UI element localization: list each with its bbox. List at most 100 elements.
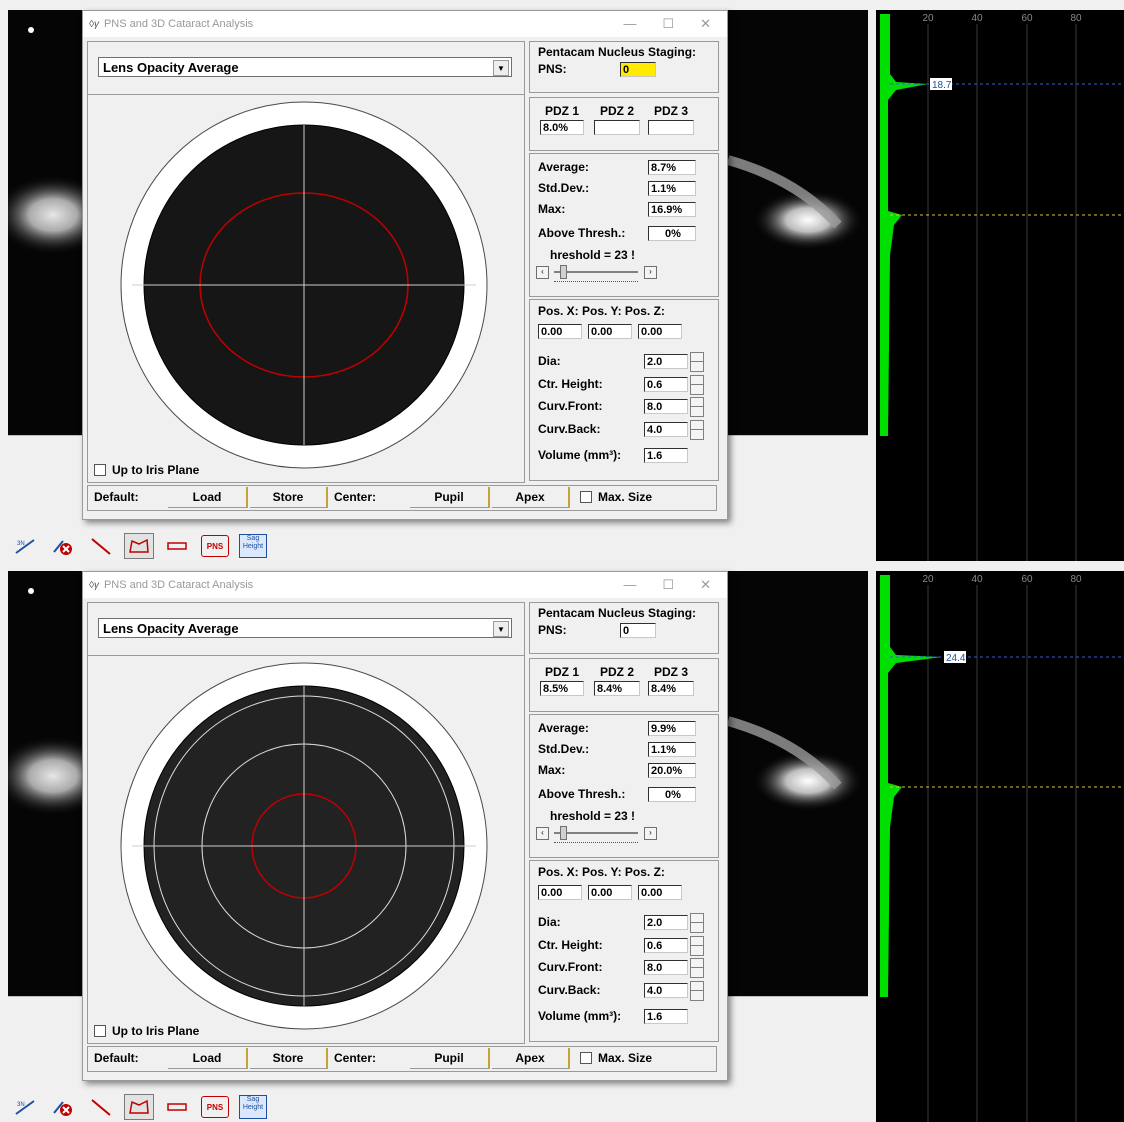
width-icon (167, 542, 187, 550)
pupil-button[interactable]: Pupil (410, 1048, 490, 1069)
volume-value: 1.6 (644, 448, 688, 463)
iris-plane-checkbox[interactable]: Up to Iris Plane (94, 463, 199, 477)
apex-button[interactable]: Apex (492, 487, 570, 508)
threshold-label: hreshold = 23 ! (550, 809, 636, 823)
curv-front-spinner[interactable] (690, 397, 704, 417)
polygon-tool[interactable] (124, 1094, 154, 1120)
store-button[interactable]: Store (250, 1048, 328, 1069)
staging-frame: Pentacam Nucleus Staging: PNS: 0 (529, 41, 719, 93)
display-mode-select[interactable]: Lens Opacity Average ▼ (98, 618, 512, 638)
measure-distance-tool[interactable]: 3N (10, 533, 40, 559)
pdz2-header: PDZ 2 (599, 104, 634, 118)
delete-measure-tool[interactable] (48, 533, 78, 559)
curv-back-spinner[interactable] (690, 420, 704, 440)
line-tool[interactable] (86, 1094, 116, 1120)
sag-height-tool[interactable]: Sag Height (238, 533, 268, 559)
pdz2-value (594, 120, 640, 135)
polygon-tool[interactable] (124, 533, 154, 559)
pns-tool[interactable]: PNS (200, 533, 230, 559)
pos-z-value[interactable]: 0.00 (638, 885, 682, 900)
curv-front-label: Curv.Front: (538, 960, 603, 974)
pupil-button[interactable]: Pupil (410, 487, 490, 508)
load-button[interactable]: Load (168, 1048, 248, 1069)
pns-icon: PNS (201, 1096, 229, 1118)
line-tool[interactable] (86, 533, 116, 559)
minimize-icon[interactable]: — (623, 577, 636, 593)
threshold-label: hreshold = 23 ! (550, 248, 636, 262)
window-buttons: — ☐ ✕ (623, 16, 711, 32)
dia-spinner[interactable] (690, 352, 704, 372)
threshold-slider-thumb[interactable] (560, 265, 567, 279)
iris-plane-checkbox[interactable]: Up to Iris Plane (94, 1024, 199, 1038)
maximize-icon[interactable]: ☐ (662, 16, 674, 32)
average-label: Average: (538, 160, 589, 174)
max-size-checkbox[interactable]: Max. Size (580, 490, 652, 504)
minimize-icon[interactable]: — (623, 16, 636, 32)
curv-back-value[interactable]: 4.0 (644, 983, 688, 998)
pos-y-value[interactable]: 0.00 (588, 885, 632, 900)
dropdown-arrow-icon[interactable]: ▼ (493, 60, 509, 76)
measure-distance-tool[interactable]: 3N (10, 1094, 40, 1120)
sag-line2: Height (242, 1104, 264, 1111)
apex-button[interactable]: Apex (492, 1048, 570, 1069)
map-frame: Lens Opacity Average ▼ Up to Iris Plane (87, 602, 525, 1044)
close-icon[interactable]: ✕ (700, 577, 711, 593)
close-icon[interactable]: ✕ (700, 16, 711, 32)
curv-front-spinner[interactable] (690, 958, 704, 978)
sag-height-icon: Sag Height (239, 534, 267, 558)
curv-front-value[interactable]: 8.0 (644, 960, 688, 975)
pdz1-header: PDZ 1 (544, 665, 579, 679)
pns-icon: PNS (201, 535, 229, 557)
sag-line1: Sag (246, 535, 260, 542)
load-button[interactable]: Load (168, 487, 248, 508)
threshold-decrease-button[interactable]: ‹ (536, 266, 549, 279)
bottom-bar: Default: Load Store Center: Pupil Apex M… (87, 485, 717, 511)
app-icon: ◊γ (89, 18, 99, 30)
max-size-checkbox[interactable]: Max. Size (580, 1051, 652, 1065)
display-mode-value: Lens Opacity Average (103, 620, 239, 636)
display-mode-select[interactable]: Lens Opacity Average ▼ (98, 57, 512, 77)
density-profile (880, 14, 928, 436)
dropdown-arrow-icon[interactable]: ▼ (493, 621, 509, 637)
width-tool[interactable] (162, 1094, 192, 1120)
store-button[interactable]: Store (250, 487, 328, 508)
iris-plane-label: Up to Iris Plane (112, 1024, 200, 1038)
dia-value[interactable]: 2.0 (644, 915, 688, 930)
delete-measure-tool[interactable] (48, 1094, 78, 1120)
dialog-titlebar: ◊γ PNS and 3D Cataract Analysis — ☐ ✕ (83, 572, 727, 598)
pos-x-value[interactable]: 0.00 (538, 324, 582, 339)
ctr-height-label: Ctr. Height: (538, 377, 603, 391)
ctr-height-label: Ctr. Height: (538, 938, 603, 952)
ctr-height-value[interactable]: 0.6 (644, 938, 688, 953)
maximize-icon[interactable]: ☐ (662, 577, 674, 593)
pos-x-value[interactable]: 0.00 (538, 885, 582, 900)
pns-tool[interactable]: PNS (200, 1094, 230, 1120)
curv-front-value[interactable]: 8.0 (644, 399, 688, 414)
checkbox-icon (94, 464, 106, 476)
toolbar: 3N PNS Sag Height (10, 532, 268, 560)
pdz3-value: 8.4% (648, 681, 694, 696)
threshold-increase-button[interactable]: › (644, 266, 657, 279)
pdz2-header: PDZ 2 (599, 665, 634, 679)
sag-height-tool[interactable]: Sag Height (238, 1094, 268, 1120)
default-label: Default: (94, 490, 139, 504)
pos-y-value[interactable]: 0.00 (588, 324, 632, 339)
curv-back-value[interactable]: 4.0 (644, 422, 688, 437)
ctr-height-value[interactable]: 0.6 (644, 377, 688, 392)
ctr-height-spinner[interactable] (690, 936, 704, 956)
pdz1-header: PDZ 1 (544, 104, 579, 118)
threshold-slider-thumb[interactable] (560, 826, 567, 840)
threshold-increase-button[interactable]: › (644, 827, 657, 840)
pns-value: 0 (620, 623, 656, 638)
pdz1-value: 8.0% (540, 120, 584, 135)
stats-frame: Average: 9.9% Std.Dev.: 1.1% Max: 20.0% … (529, 714, 719, 858)
ctr-height-spinner[interactable] (690, 375, 704, 395)
threshold-decrease-button[interactable]: ‹ (536, 827, 549, 840)
red-line-icon (91, 1099, 111, 1116)
dia-value[interactable]: 2.0 (644, 354, 688, 369)
pos-z-value[interactable]: 0.00 (638, 324, 682, 339)
dia-spinner[interactable] (690, 913, 704, 933)
width-tool[interactable] (162, 533, 192, 559)
pdz1-value: 8.5% (540, 681, 584, 696)
curv-back-spinner[interactable] (690, 981, 704, 1001)
